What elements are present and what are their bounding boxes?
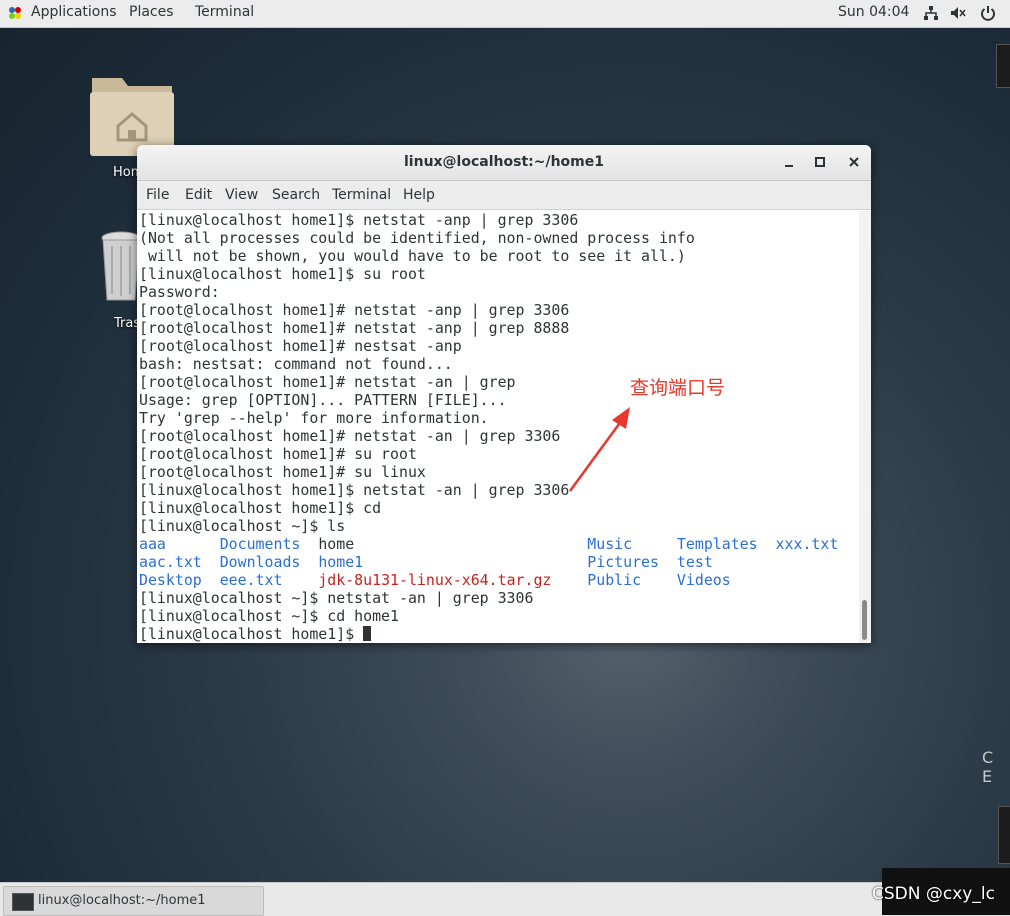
menu-bar: File Edit View Search Terminal Help [137, 181, 871, 210]
window-titlebar[interactable]: linux@localhost:~/home1 [137, 145, 871, 181]
terminal-line: [root@localhost home1]# nestsat -anp [139, 337, 462, 355]
menu-terminal[interactable]: Terminal [332, 187, 391, 203]
ls-entry: Documents [219, 535, 319, 553]
ls-entry: Music [587, 535, 677, 553]
ls-output-row: aaa Documents home Music Templates xxx.t… [139, 535, 859, 553]
terminal-cursor [363, 626, 372, 641]
ls-entry: home [318, 535, 588, 553]
terminal-line: [linux@localhost home1]$ cd [139, 499, 382, 517]
top-panel: Applications Places Terminal Sun 04:04 [0, 0, 1010, 28]
terminal-line: [linux@localhost ~]$ ls [139, 517, 346, 535]
scrollbar-thumb[interactable] [862, 600, 867, 640]
applications-menu[interactable]: Applications [31, 4, 117, 20]
menu-file[interactable]: File [146, 187, 169, 203]
terminal-line-text: [linux@localhost ~]$ cd home1 [139, 607, 399, 625]
menu-edit[interactable]: Edit [185, 187, 212, 203]
terminal-line: [root@localhost home1]# netstat -an | gr… [139, 427, 561, 445]
menu-search[interactable]: Search [272, 187, 320, 203]
taskbar-item-label: linux@localhost:~/home1 [38, 893, 206, 908]
terminal-line: [linux@localhost home1]$ su root [139, 265, 426, 283]
annotation-label: 查询端口号 [630, 377, 726, 399]
terminal-line: Try 'grep --help' for more information. [139, 409, 489, 427]
terminal-line: [root@localhost home1]# su linux [139, 463, 426, 481]
terminal-icon [12, 893, 34, 911]
ls-output-row: Desktop eee.txt jdk-8u131-linux-x64.tar.… [139, 571, 859, 589]
trash-icon[interactable] [100, 230, 142, 304]
workspace-switcher[interactable] [996, 44, 1010, 88]
terminal-line: will not be shown, you would have to be … [139, 247, 686, 265]
terminal-line: [root@localhost home1]# netstat -anp | g… [139, 319, 570, 337]
ls-entry: aac.txt [139, 553, 220, 571]
menu-help[interactable]: Help [403, 187, 435, 203]
ls-entry: Templates [676, 535, 776, 553]
ls-entry: aaa [139, 535, 220, 553]
terminal-line: Usage: grep [OPTION]... PATTERN [FILE]..… [139, 391, 507, 409]
ls-entry: home1 [318, 553, 588, 571]
ls-entry: Desktop [139, 571, 220, 589]
ls-entry: jdk-8u131-linux-x64.tar.gz [318, 571, 588, 589]
network-icon[interactable] [923, 5, 939, 21]
terminal-line: (Not all processes could be identified, … [139, 229, 695, 247]
places-menu[interactable]: Places [129, 4, 174, 20]
terminal-line: [linux@localhost home1]$ netstat -anp | … [139, 211, 579, 229]
terminal-app-menu[interactable]: Terminal [195, 4, 254, 20]
terminal-line: [root@localhost home1]# netstat -an | gr… [139, 373, 516, 391]
terminal-line-text: [linux@localhost home1]$ [139, 625, 364, 643]
applications-menu-icon [9, 7, 21, 19]
ls-entry: Public [587, 571, 677, 589]
menu-view[interactable]: View [225, 187, 258, 203]
clock[interactable]: Sun 04:04 [838, 4, 909, 20]
watermark: CSDN @cxy_lc [872, 884, 995, 904]
maximize-icon[interactable] [813, 155, 827, 169]
terminal-line: [linux@localhost home1]$ [139, 625, 859, 643]
terminal-line: [linux@localhost home1]$ netstat -an | g… [139, 481, 570, 499]
terminal-line: [root@localhost home1]# netstat -anp | g… [139, 301, 570, 319]
taskbar: linux@localhost:~/home1 [0, 882, 1010, 916]
ls-entry: Videos [676, 571, 731, 589]
partial-text: C E [982, 748, 998, 786]
terminal-line: bash: nestsat: command not found... [139, 355, 453, 373]
ls-entry: Downloads [219, 553, 319, 571]
terminal-line: [root@localhost home1]# su root [139, 445, 417, 463]
taskbar-item-terminal[interactable]: linux@localhost:~/home1 [3, 886, 264, 916]
terminal-line: [linux@localhost ~]$ netstat -an | grep … [139, 589, 859, 607]
ls-entry: test [676, 553, 713, 571]
scrollbar-track[interactable] [859, 211, 871, 643]
power-icon[interactable] [980, 5, 996, 21]
terminal-line: [linux@localhost ~]$ cd home1 [139, 607, 859, 625]
ls-entry: eee.txt [219, 571, 319, 589]
ls-entry: Pictures [587, 553, 677, 571]
terminal-window[interactable]: linux@localhost:~/home1 File Edit View S… [137, 145, 871, 643]
terminal-output[interactable]: [linux@localhost home1]$ netstat -anp | … [139, 211, 859, 643]
ls-entry: xxx.txt [775, 535, 839, 553]
volume-icon[interactable] [950, 5, 966, 21]
close-icon[interactable] [847, 155, 861, 169]
minimize-icon[interactable] [782, 155, 796, 169]
window-title: linux@localhost:~/home1 [404, 154, 604, 170]
ls-output-row: aac.txt Downloads home1 Pictures test [139, 553, 859, 571]
workspace-switcher-lower[interactable] [998, 806, 1010, 864]
terminal-line: Password: [139, 283, 220, 301]
terminal-line-text: [linux@localhost ~]$ netstat -an | grep … [139, 589, 534, 607]
